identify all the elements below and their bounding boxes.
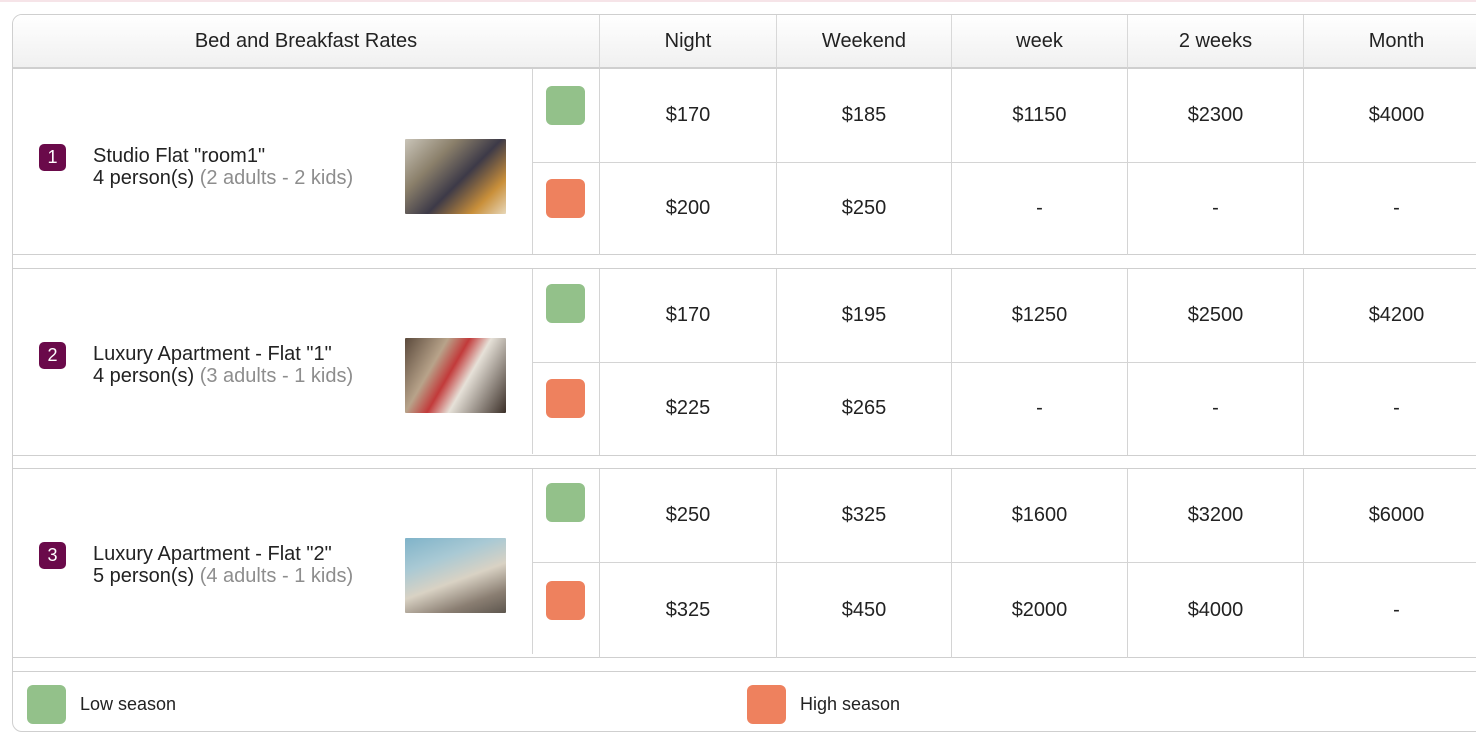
- price-low-night: $170: [600, 69, 777, 162]
- col-header-week: week: [952, 15, 1128, 68]
- high-season-swatch-cell: [533, 162, 600, 255]
- price-low-2-weeks: $2300: [1128, 69, 1304, 162]
- low-season-swatch: [546, 483, 585, 522]
- price-high-weekend: $250: [777, 162, 952, 255]
- price-high-week: $2000: [952, 562, 1128, 659]
- block-spacer: [13, 658, 1476, 670]
- price-low-weekend: $185: [777, 69, 952, 162]
- price-low-month: $4200: [1368, 304, 1425, 326]
- price-high-month: -: [1393, 397, 1400, 419]
- price-low-weekend: $325: [777, 469, 952, 562]
- room-capacity: 4 person(s): [93, 167, 195, 189]
- price-high-night: $325: [600, 562, 777, 659]
- room-photo[interactable]: [405, 139, 506, 214]
- high-season-swatch: [546, 379, 585, 418]
- low-season-swatch: [546, 284, 585, 323]
- high-season-swatch: [546, 179, 585, 218]
- room-number-badge: 3: [39, 542, 66, 569]
- room-block: 1 Studio Flat "room1" 4 person(s) (2 adu…: [13, 68, 1476, 255]
- price-high-weekend: $450: [777, 562, 952, 659]
- high-season-swatch-cell: [533, 362, 600, 455]
- price-low-2-weeks: $2500: [1128, 269, 1304, 362]
- room-occupancy: (4 adults - 1 kids): [199, 565, 354, 587]
- room-occupancy: (3 adults - 1 kids): [199, 365, 354, 387]
- room-block: 2 Luxury Apartment - Flat "1" 4 person(s…: [13, 268, 1476, 456]
- room-description: Studio Flat "room1" 4 person(s) (2 adult…: [93, 145, 383, 189]
- season-legend: Low season High season: [13, 671, 1476, 731]
- room-occupancy: (2 adults - 2 kids): [199, 167, 354, 189]
- block-spacer: [13, 456, 1476, 466]
- high-season-swatch-cell: [533, 562, 600, 659]
- price-low-week: $1250: [952, 269, 1128, 362]
- high-season-swatch: [546, 581, 585, 620]
- price-low-night: $170: [600, 269, 777, 362]
- room-number-badge: 1: [39, 144, 66, 171]
- col-header-month: Month: [1304, 15, 1476, 68]
- price-high-night: $200: [600, 162, 777, 255]
- price-low-month: $6000: [1368, 504, 1425, 526]
- room-photo[interactable]: [405, 338, 506, 413]
- room-info: 1 Studio Flat "room1" 4 person(s) (2 adu…: [13, 69, 533, 254]
- top-accent-line: [0, 0, 1476, 2]
- price-low-month: $4000: [1368, 104, 1425, 126]
- room-capacity: 4 person(s): [93, 365, 195, 387]
- price-low-weekend: $195: [777, 269, 952, 362]
- price-high-2-weeks: $4000: [1128, 562, 1304, 659]
- room-name[interactable]: Luxury Apartment - Flat "2": [93, 543, 383, 565]
- room-photo[interactable]: [405, 538, 506, 613]
- room-number-badge: 2: [39, 342, 66, 369]
- room-block: 3 Luxury Apartment - Flat "2" 5 person(s…: [13, 468, 1476, 659]
- room-info: 3 Luxury Apartment - Flat "2" 5 person(s…: [13, 469, 533, 654]
- low-season-swatch-cell: [533, 69, 600, 162]
- room-description: Luxury Apartment - Flat "1" 4 person(s) …: [93, 343, 383, 387]
- room-capacity: 5 person(s): [93, 565, 195, 587]
- room-name[interactable]: Studio Flat "room1": [93, 145, 383, 167]
- price-low-week: $1150: [952, 69, 1128, 162]
- rates-table: Bed and Breakfast Rates Night Weekend we…: [12, 14, 1476, 732]
- price-high-2-weeks: -: [1128, 362, 1304, 455]
- room-description: Luxury Apartment - Flat "2" 5 person(s) …: [93, 543, 383, 587]
- high-season-legend-label: High season: [800, 694, 901, 714]
- col-header-2-weeks: 2 weeks: [1128, 15, 1304, 68]
- col-header-weekend: Weekend: [777, 15, 952, 68]
- price-low-week: $1600: [952, 469, 1128, 562]
- col-header-night: Night: [600, 15, 777, 68]
- low-season-legend-swatch: [27, 685, 66, 724]
- room-info: 2 Luxury Apartment - Flat "1" 4 person(s…: [13, 269, 533, 454]
- price-high-month: -: [1393, 599, 1400, 621]
- price-high-month: -: [1393, 197, 1400, 219]
- price-low-2-weeks: $3200: [1128, 469, 1304, 562]
- price-high-night: $225: [600, 362, 777, 455]
- high-season-legend-swatch: [747, 685, 786, 724]
- price-low-night: $250: [600, 469, 777, 562]
- price-high-week: -: [952, 162, 1128, 255]
- low-season-swatch-cell: [533, 269, 600, 362]
- price-high-weekend: $265: [777, 362, 952, 455]
- low-season-legend-label: Low season: [80, 694, 177, 714]
- low-season-swatch: [546, 86, 585, 125]
- price-high-week: -: [952, 362, 1128, 455]
- room-name[interactable]: Luxury Apartment - Flat "1": [93, 343, 383, 365]
- price-high-2-weeks: -: [1128, 162, 1304, 255]
- low-season-swatch-cell: [533, 469, 600, 562]
- table-title: Bed and Breakfast Rates: [13, 15, 600, 68]
- block-spacer: [13, 255, 1476, 265]
